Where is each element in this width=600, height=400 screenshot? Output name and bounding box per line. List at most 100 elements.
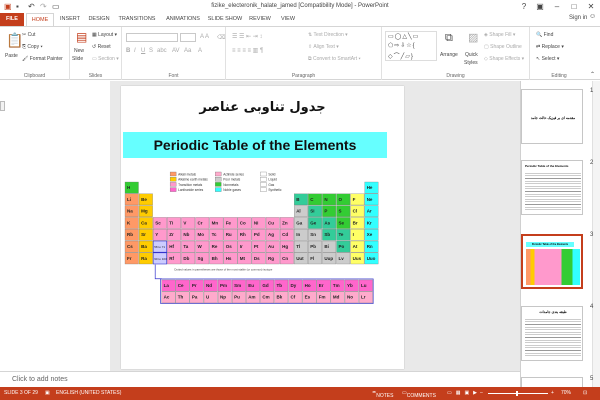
element-ds: Ds <box>251 252 266 265</box>
tab-slide-show[interactable]: SLIDE SHOW <box>207 13 243 26</box>
legend-label: Solid <box>268 172 275 176</box>
shape-outline-button[interactable]: ▢ Shape Outline <box>484 44 522 50</box>
view-buttons[interactable]: ▭▦▣▶ <box>447 390 481 396</box>
arrange-button[interactable]: Arrange <box>440 52 458 58</box>
panel-collapse-handle[interactable] <box>0 101 5 111</box>
clear-formatting-icon[interactable]: ⌫ <box>217 34 225 41</box>
alignment-icons[interactable]: ≡ ≡ ≡ ≡ ▥ ¶ <box>232 47 263 54</box>
notes-toggle-button[interactable]: ≐ NOTES <box>372 390 393 399</box>
arrange-icon[interactable]: ⧉ <box>445 33 453 44</box>
section-button[interactable]: ▭ Section ▾ <box>92 56 119 62</box>
slide-thumbnail-3-selected[interactable]: Periodic Table of the Elements <box>521 234 583 289</box>
tab-design[interactable]: DESIGN <box>86 13 112 26</box>
series-connector <box>154 264 162 280</box>
element-bk: Bk <box>274 291 289 304</box>
align-text-button[interactable]: ⇳ Align Text ▾ <box>308 44 339 50</box>
element-as: As <box>322 217 337 229</box>
zoom-in-button[interactable]: + <box>551 390 554 396</box>
element-f: F <box>350 193 365 206</box>
slide-banner[interactable]: Periodic Table of the Elements <box>123 132 387 158</box>
tab-file[interactable]: FILE <box>0 13 24 26</box>
paste-button[interactable]: Paste <box>5 53 18 59</box>
notes-pane[interactable]: Click to add notes <box>0 371 520 387</box>
new-slide-button-line2[interactable]: Slide <box>72 56 83 62</box>
font-size-combobox[interactable] <box>180 33 196 42</box>
zoom-slider-thumb[interactable] <box>516 391 518 396</box>
paste-icon[interactable]: 📋 <box>6 33 23 47</box>
change-case-icon[interactable]: Aa <box>184 48 191 54</box>
bold-icon[interactable]: B <box>126 48 130 54</box>
ribbon-display-icon[interactable]: ▣ <box>532 0 548 13</box>
minimize-icon[interactable]: – <box>549 0 565 13</box>
character-spacing-icon[interactable]: AV <box>172 48 180 54</box>
replace-button[interactable]: ⇄ Replace ▾ <box>536 44 564 50</box>
element-db: Db <box>181 252 196 265</box>
tab-animations[interactable]: ANIMATIONS <box>162 13 204 26</box>
font-grow-shrink-icon[interactable]: A A <box>200 34 209 40</box>
zoom-out-button[interactable]: – <box>480 390 483 396</box>
reset-button[interactable]: ↺ Reset <box>92 44 111 50</box>
element-pu: Pu <box>232 291 246 304</box>
help-button[interactable]: ? <box>516 0 532 13</box>
smiley-icon[interactable]: ☺ <box>589 13 596 20</box>
bullets-icon[interactable]: ☰ ☰ ⇤ ⇥ ↕ <box>232 33 262 40</box>
language-indicator[interactable]: ENGLISH (UNITED STATES) <box>56 390 121 396</box>
tab-view[interactable]: VIEW <box>277 13 299 26</box>
comments-toggle-label: COMMENTS <box>406 393 436 399</box>
thumb-4-body <box>525 317 581 357</box>
fit-slide-icon[interactable]: ⊡ <box>583 390 587 396</box>
close-icon[interactable]: ✕ <box>583 0 599 13</box>
quick-styles-icon[interactable]: ▨ <box>468 33 478 44</box>
convert-smartart-button[interactable]: ⧉ Convert to SmartArt ▾ <box>308 56 361 62</box>
underline-icon[interactable]: U <box>141 48 145 54</box>
element-fr: Fr <box>124 252 139 265</box>
sign-in-link[interactable]: Sign in <box>569 15 587 21</box>
new-slide-icon[interactable]: ▤ <box>76 31 87 43</box>
layout-button[interactable]: ▦ Layout ▾ <box>92 32 117 38</box>
font-name-combobox[interactable] <box>126 33 178 42</box>
element-symbol: Ga <box>296 220 303 225</box>
periodic-table-image[interactable]: H He Li Be B C N O F Ne Na Mg Al Si P S Cl Ar K Ca Sc Ti V Cr Mn… <box>121 170 404 345</box>
new-slide-button[interactable]: New <box>74 48 84 54</box>
collapse-ribbon-icon[interactable]: ⌃ <box>590 71 595 78</box>
shapes-gallery[interactable]: ▭◯△╲▭ ⬠⇨⇩☆{ ◇⌒╱▱} <box>385 31 437 61</box>
notes-placeholder[interactable]: Click to add notes <box>12 376 68 383</box>
maximize-icon[interactable]: □ <box>566 0 582 13</box>
tab-review[interactable]: REVIEW <box>246 13 274 26</box>
element-sm: Sm <box>232 279 246 292</box>
zoom-slider[interactable] <box>488 393 548 394</box>
cut-button[interactable]: ✂ Cut <box>22 32 35 38</box>
shape-fill-button[interactable]: ◈ Shape Fill ▾ <box>484 32 515 38</box>
quick-styles-button-line2[interactable]: Styles <box>464 60 478 66</box>
format-painter-button[interactable]: 🖌 Format Painter <box>22 56 63 62</box>
element-symbol: Cf <box>291 295 296 300</box>
window-title: fizike_electeronik_halate_jamed [Compati… <box>211 3 389 9</box>
quick-styles-button[interactable]: Quick <box>465 52 478 58</box>
find-button[interactable]: 🔍 Find <box>536 32 553 38</box>
tab-home[interactable]: HOME <box>26 13 54 27</box>
italic-icon[interactable]: I <box>134 48 136 54</box>
shape-effects-button[interactable]: ◇ Shape Effects ▾ <box>484 56 524 62</box>
spelling-icon[interactable]: ▣ <box>45 390 50 396</box>
slide-title-persian[interactable]: جدول تناوبی عناصر <box>121 100 404 115</box>
shadow-icon[interactable]: S <box>149 48 153 54</box>
slide-thumbnail-2[interactable]: Periodic Table of the Elements <box>521 160 583 215</box>
text-direction-button[interactable]: ⇅ Text Direction ▾ <box>308 32 348 38</box>
element-cn: Cn <box>279 252 294 265</box>
copy-button[interactable]: ⎘ Copy ▾ <box>22 44 43 50</box>
comments-toggle-button[interactable]: ▭ COMMENTS <box>402 390 436 399</box>
strikethrough-icon[interactable]: abc <box>157 48 167 54</box>
tab-insert[interactable]: INSERT <box>57 13 83 26</box>
slide-thumbnail-4[interactable]: طبقه بندی جامدات <box>521 306 583 361</box>
select-button[interactable]: ↖ Select ▾ <box>536 56 559 62</box>
element-nb: Nb <box>181 229 196 241</box>
element-symbol: Bk <box>276 295 282 300</box>
element-nd: Nd <box>203 279 218 292</box>
font-color-icon[interactable]: A <box>198 48 202 54</box>
slide-thumbnail-1[interactable]: مقدمه ای بر فیزیک حالت جامد <box>521 89 583 144</box>
slide-thumbnail-5[interactable] <box>521 377 583 387</box>
tab-transitions[interactable]: TRANSITIONS <box>115 13 159 26</box>
zoom-level[interactable]: 70% <box>561 390 571 396</box>
current-slide[interactable]: جدول تناوبی عناصر Periodic Table of the … <box>121 86 404 369</box>
element-ba: Ba <box>138 240 153 253</box>
